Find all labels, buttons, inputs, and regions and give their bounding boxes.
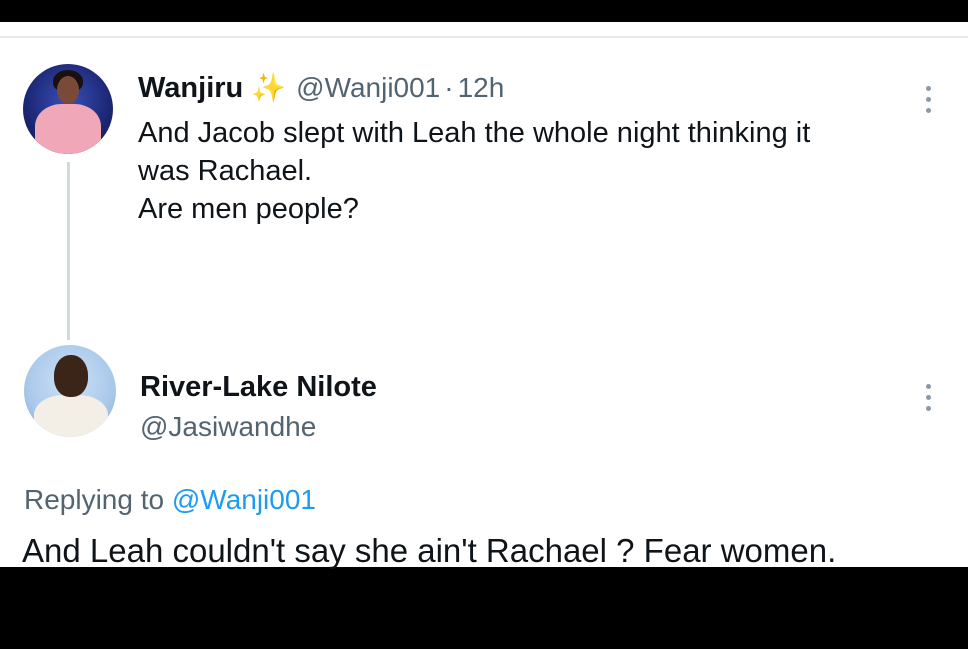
tweet-text-line: Are men people? [138,193,359,225]
tweet-text-line: And Jacob slept with Leah the whole nigh… [138,117,811,149]
reply-avatar[interactable] [24,345,116,437]
separator-dot: · [444,72,454,103]
replying-to-mention[interactable]: @Wanji001 [172,484,316,515]
sparkles-icon: ✨ [251,72,287,103]
reply-author-name[interactable]: River-Lake Nilote [140,370,377,404]
reply-author-handle[interactable]: @Jasiwandhe [140,410,316,444]
replying-to-label: Replying to [24,484,165,515]
tweet-text-line: was Rachael. [138,155,313,187]
tweet-card: Wanjiru ✨ @Wanji001 · 12h And Jacob slep… [0,22,968,569]
reply-more-options-icon[interactable] [922,384,934,411]
avatar-figure [34,395,108,437]
thread-connector [67,162,70,340]
screenshot-frame: Wanjiru ✨ @Wanji001 · 12h And Jacob slep… [0,0,968,649]
timestamp[interactable]: 12h [458,71,505,105]
reply-text: And Leah couldn't say she ain't Rachael … [22,532,837,569]
author-name[interactable]: Wanjiru [138,71,243,105]
tweet-text: And Jacob slept with Leah the whole nigh… [138,114,928,228]
avatar-figure [35,104,101,154]
author-handle[interactable]: @Wanji001 [296,71,440,105]
avatar-face [57,76,79,104]
more-options-icon[interactable] [922,86,934,113]
avatar-face [54,355,88,397]
tweet-header: Wanjiru ✨ @Wanji001 · 12h [138,68,504,108]
divider [0,36,968,38]
avatar[interactable] [23,64,113,154]
replying-to: Replying to @Wanji001 [24,482,316,518]
